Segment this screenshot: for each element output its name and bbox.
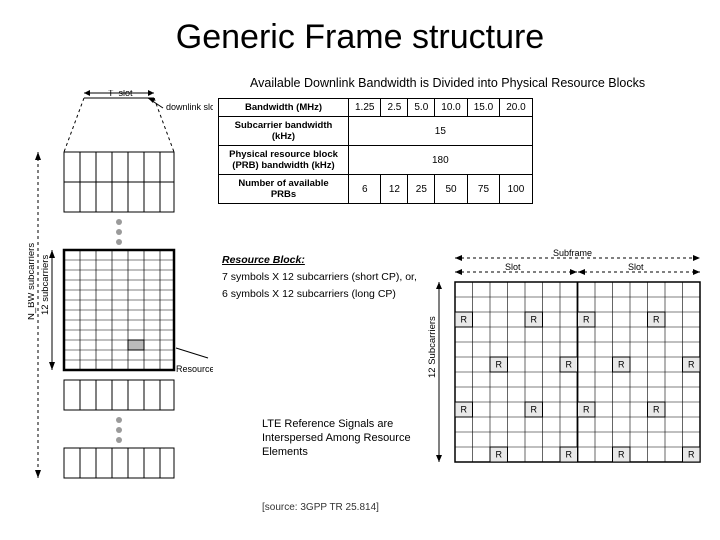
source-citation: [source: 3GPP TR 25.814] [262, 502, 379, 513]
svg-text:R: R [496, 450, 503, 460]
svg-text:R: R [566, 360, 573, 370]
svg-text:R: R [653, 315, 660, 325]
cell: 15 [349, 117, 533, 146]
svg-text:R: R [531, 315, 538, 325]
svg-text:R: R [688, 360, 695, 370]
svg-text:N_BW subcarriers: N_BW subcarriers [28, 243, 37, 320]
rb-line1: 7 symbols X 12 subcarriers (short CP), o… [222, 269, 417, 286]
rb-line2: 6 symbols X 12 subcarriers (long CP) [222, 286, 417, 303]
cell: 2.5 [381, 99, 408, 117]
table-row: Bandwidth (MHz) 1.25 2.5 5.0 10.0 15.0 2… [219, 99, 533, 117]
svg-text:R: R [531, 405, 538, 415]
rb-heading: Resource Block: [222, 252, 417, 269]
resource-block-description: Resource Block: 7 symbols X 12 subcarrie… [222, 252, 417, 302]
cell: 12 [381, 175, 408, 204]
svg-text:R: R [566, 450, 573, 460]
row-label: Number of available PRBs [219, 175, 349, 204]
svg-text:Slot: Slot [628, 262, 644, 272]
svg-text:R: R [461, 315, 468, 325]
row-label: Physical resource block (PRB) bandwidth … [219, 146, 349, 175]
svg-text:R: R [583, 315, 590, 325]
svg-text:R: R [461, 405, 468, 415]
bandwidth-table: Bandwidth (MHz) 1.25 2.5 5.0 10.0 15.0 2… [218, 98, 533, 204]
svg-text:12 Subcarriers: 12 Subcarriers [427, 316, 438, 378]
cell: 6 [349, 175, 381, 204]
diagram-content: Bandwidth (MHz) 1.25 2.5 5.0 10.0 15.0 2… [0, 60, 720, 540]
svg-text:T_slot: T_slot [108, 90, 133, 98]
svg-text:R: R [653, 405, 660, 415]
svg-text:R: R [688, 450, 695, 460]
svg-text:Slot: Slot [505, 262, 521, 272]
svg-text:12 subcarriers: 12 subcarriers [40, 255, 51, 315]
table-row: Subcarrier bandwidth (kHz) 15 [219, 117, 533, 146]
subframe-figure: Subframe Slot Slot R R R R R R R R R R R R R R R R 12 S… [425, 248, 710, 476]
svg-text:Subframe: Subframe [553, 248, 592, 258]
cell: 50 [435, 175, 467, 204]
page-title: Generic Frame structure [0, 0, 720, 65]
cell: 15.0 [467, 99, 499, 117]
row-label: Subcarrier bandwidth (kHz) [219, 117, 349, 146]
cell: 75 [467, 175, 499, 204]
cell: 180 [349, 146, 533, 175]
svg-text:downlink slot: downlink slot [166, 102, 213, 112]
row-label: Bandwidth (MHz) [219, 99, 349, 117]
table-row: Number of available PRBs 6 12 25 50 75 1… [219, 175, 533, 204]
lte-caption: LTE Reference Signals are Interspersed A… [262, 418, 412, 459]
svg-text:R: R [583, 405, 590, 415]
resource-block-figure: T_slot downlink slot [28, 90, 213, 510]
svg-text:R: R [618, 360, 625, 370]
cell: 10.0 [435, 99, 467, 117]
cell: 100 [500, 175, 532, 204]
cell: 1.25 [349, 99, 381, 117]
cell: 25 [408, 175, 435, 204]
svg-text:R: R [618, 450, 625, 460]
cell: 20.0 [500, 99, 532, 117]
svg-text:R: R [496, 360, 503, 370]
svg-text:Resource Element: Resource Element [176, 364, 213, 374]
cell: 5.0 [408, 99, 435, 117]
table-row: Physical resource block (PRB) bandwidth … [219, 146, 533, 175]
